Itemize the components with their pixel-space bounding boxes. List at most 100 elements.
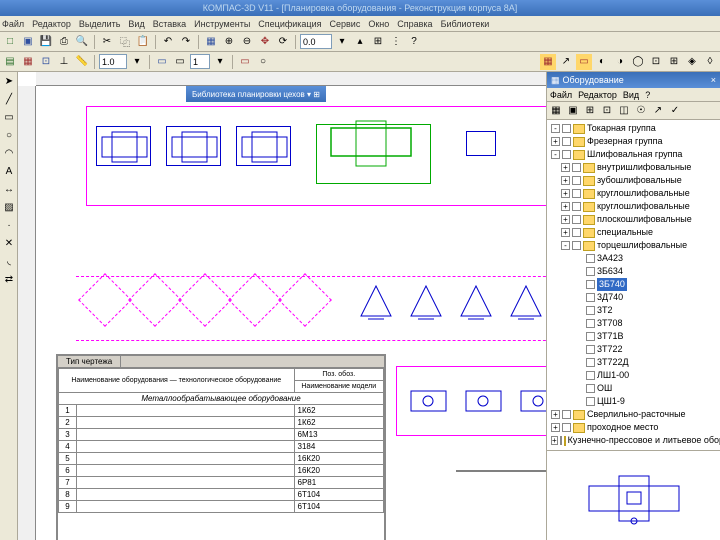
tree-item[interactable]: 3Т2 — [549, 304, 718, 317]
checkbox[interactable] — [586, 319, 595, 328]
machine-block[interactable] — [406, 281, 446, 326]
close-icon[interactable]: × — [711, 75, 716, 85]
ortho-icon[interactable]: ⊥ — [56, 54, 72, 70]
expand-icon[interactable]: + — [551, 423, 560, 432]
checkbox[interactable] — [572, 215, 581, 224]
tree-item[interactable]: +круглошлифовальные — [549, 187, 718, 200]
expand-icon[interactable]: + — [551, 436, 558, 445]
zoom-fit-icon[interactable]: ▦ — [203, 34, 219, 50]
param-input[interactable] — [300, 34, 332, 49]
tool-icon[interactable]: ⊡ — [648, 54, 664, 70]
dim-icon[interactable]: ↔ — [1, 181, 17, 197]
checkbox[interactable] — [572, 163, 581, 172]
copy-icon[interactable]: ⿻ — [117, 34, 133, 50]
panel-tool-icon[interactable]: ✓ — [667, 103, 683, 119]
checkbox[interactable] — [586, 397, 595, 406]
zoom-input[interactable] — [99, 54, 127, 69]
save-icon[interactable]: 💾 — [38, 34, 54, 50]
new-icon[interactable]: □ — [2, 34, 18, 50]
tree-item[interactable]: -торцешлифовальные — [549, 239, 718, 252]
drawing-surface[interactable]: Библиотека планировки цехов ▾ ⊞ — [36, 86, 546, 540]
machine-block[interactable] — [166, 126, 221, 166]
grid-icon[interactable]: ▦ — [20, 54, 36, 70]
machine-block[interactable] — [236, 126, 291, 166]
panel-titlebar[interactable]: ▦Оборудование × — [547, 72, 720, 88]
tool-icon[interactable]: ◊ — [702, 54, 718, 70]
arc-icon[interactable]: ◠ — [1, 145, 17, 161]
ruler-icon[interactable]: 📏 — [74, 54, 90, 70]
highlight-icon[interactable]: ▭ — [576, 54, 592, 70]
tree-item[interactable]: +круглошлифовальные — [549, 200, 718, 213]
print-icon[interactable]: ⎙ — [56, 34, 72, 50]
canvas-area[interactable]: Библиотека планировки цехов ▾ ⊞ — [18, 72, 546, 540]
checkbox[interactable] — [562, 423, 571, 432]
tree-item[interactable]: 3Б740 — [549, 278, 718, 291]
panel-menu-edit[interactable]: Редактор — [578, 90, 617, 100]
circle-icon[interactable]: ○ — [1, 127, 17, 143]
menu-service[interactable]: Сервис — [330, 19, 361, 29]
equipment-tree[interactable]: -Токарная группа+Фрезерная группа-Шлифов… — [547, 120, 720, 450]
checkbox[interactable] — [572, 176, 581, 185]
library-floating-bar[interactable]: Библиотека планировки цехов ▾ ⊞ — [186, 86, 326, 102]
panel-tool-icon[interactable]: ↗ — [650, 103, 666, 119]
tree-item[interactable]: +зубошлифовальные — [549, 174, 718, 187]
machine-block[interactable] — [356, 281, 396, 326]
checkbox[interactable] — [572, 241, 581, 250]
tree-item[interactable]: -Токарная группа — [549, 122, 718, 135]
tree-item[interactable]: 3Т722Д — [549, 356, 718, 369]
checkbox[interactable] — [586, 306, 595, 315]
tree-item[interactable]: +проходное место — [549, 421, 718, 434]
snap-icon[interactable]: ⊡ — [38, 54, 54, 70]
expand-icon[interactable]: + — [551, 137, 560, 146]
menu-file[interactable]: Файл — [2, 19, 24, 29]
prop-tab-type[interactable]: Тип чертежа — [58, 356, 121, 367]
tree-item[interactable]: +плоскошлифовальные — [549, 213, 718, 226]
menu-tools[interactable]: Инструменты — [194, 19, 250, 29]
view1-icon[interactable]: ▭ — [154, 54, 170, 70]
view2-icon[interactable]: ▭ — [172, 54, 188, 70]
checkbox[interactable] — [562, 124, 571, 133]
checkbox[interactable] — [572, 202, 581, 211]
tree-item[interactable]: 3Б634 — [549, 265, 718, 278]
checkbox[interactable] — [562, 137, 571, 146]
expand-icon[interactable]: + — [561, 215, 570, 224]
machine-block[interactable] — [456, 281, 496, 326]
checkbox[interactable] — [586, 280, 595, 289]
extra-icon[interactable]: ▦ — [540, 54, 556, 70]
tool-icon[interactable]: ◈ — [684, 54, 700, 70]
panel-menu-file[interactable]: Файл — [550, 90, 572, 100]
tool-icon[interactable]: ◑ — [612, 54, 628, 70]
tree-item[interactable]: 3Т71В — [549, 330, 718, 343]
checkbox[interactable] — [586, 254, 595, 263]
machine-block[interactable] — [466, 131, 496, 156]
tree-item[interactable]: -Шлифовальная группа — [549, 148, 718, 161]
pan-icon[interactable]: ✥ — [257, 34, 273, 50]
panel-tool-icon[interactable]: ☉ — [633, 103, 649, 119]
tree-icon[interactable]: ⋮ — [388, 34, 404, 50]
property-panel[interactable]: Тип чертежа Наименование оборудования — … — [56, 354, 386, 540]
menu-window[interactable]: Окно — [368, 19, 389, 29]
machine-block[interactable] — [506, 281, 546, 326]
mirror-icon[interactable]: ⇄ — [1, 271, 17, 287]
properties-icon[interactable]: ⊞ — [370, 34, 386, 50]
menu-view[interactable]: Вид — [128, 19, 144, 29]
hatch-icon[interactable]: ▨ — [1, 199, 17, 215]
tree-item[interactable]: +Сверлильно-расточные — [549, 408, 718, 421]
preview-icon[interactable]: 🔍 — [74, 34, 90, 50]
checkbox[interactable] — [572, 189, 581, 198]
panel-menu-help[interactable]: ? — [645, 90, 650, 100]
zoom-out-icon[interactable]: ⊖ — [239, 34, 255, 50]
arrow-icon[interactable]: ↗ — [558, 54, 574, 70]
dropdown-icon[interactable]: ▾ — [212, 54, 228, 70]
machine-block[interactable] — [96, 126, 151, 166]
checkbox[interactable] — [562, 410, 571, 419]
tree-item[interactable]: 3А423 — [549, 252, 718, 265]
panel-tool-icon[interactable]: ⊞ — [582, 103, 598, 119]
checkbox[interactable] — [586, 345, 595, 354]
checkbox[interactable] — [562, 150, 571, 159]
arrow-up-icon[interactable]: ▴ — [352, 34, 368, 50]
expand-icon[interactable]: + — [561, 202, 570, 211]
tree-item[interactable]: +внутришлифовальные — [549, 161, 718, 174]
tree-item[interactable]: +Фрезерная группа — [549, 135, 718, 148]
panel-tool-icon[interactable]: ▣ — [565, 103, 581, 119]
